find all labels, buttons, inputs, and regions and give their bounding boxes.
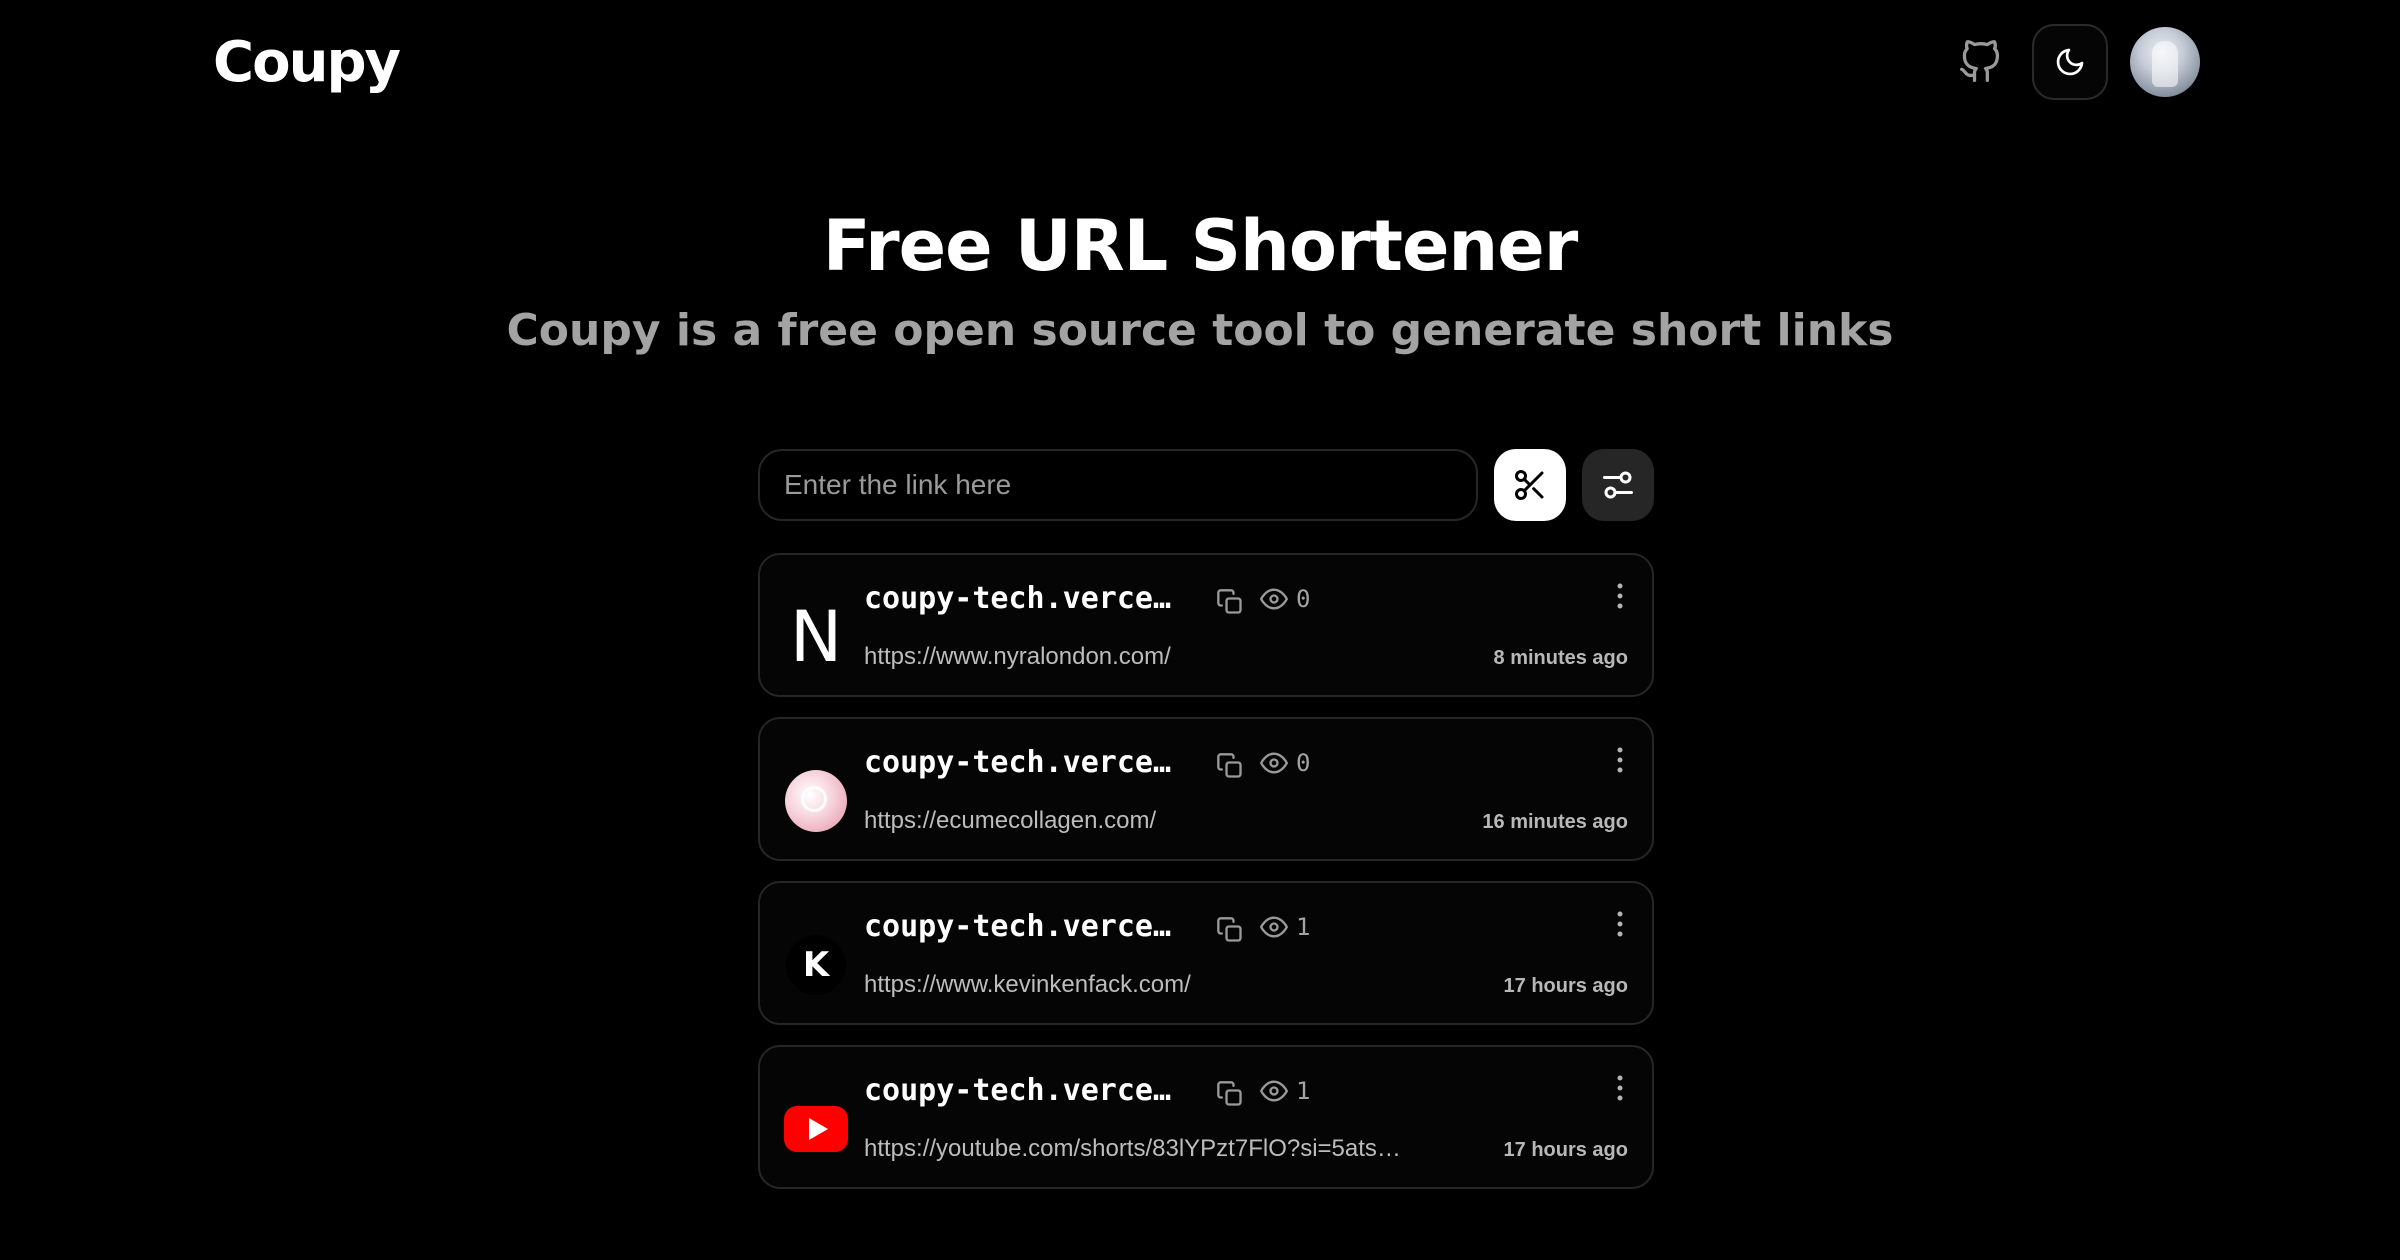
favicon: K <box>784 933 848 997</box>
more-vertical-icon <box>1617 1075 1623 1101</box>
page-title: Free URL Shortener <box>822 205 1579 287</box>
theme-toggle-button[interactable] <box>2032 24 2108 100</box>
short-link[interactable]: coupy-tech.verce… <box>864 745 1171 780</box>
link-card: K coupy-tech.verce… 1 https://www.kevink… <box>758 881 1654 1025</box>
created-time: 16 minutes ago <box>1482 811 1628 833</box>
github-button[interactable] <box>1950 26 2010 98</box>
shorten-button[interactable] <box>1494 449 1566 521</box>
avatar[interactable] <box>2130 27 2200 97</box>
favicon: N <box>784 596 848 678</box>
copy-button[interactable] <box>1214 1077 1246 1111</box>
copy-button[interactable] <box>1214 913 1246 947</box>
created-time: 17 hours ago <box>1503 1139 1628 1161</box>
short-link[interactable]: coupy-tech.verce… <box>864 1073 1171 1108</box>
more-options-button[interactable] <box>1608 1071 1632 1105</box>
link-card: coupy-tech.verce… 1 https://youtube.com/… <box>758 1045 1654 1189</box>
view-count: 1 <box>1260 913 1310 941</box>
eye-icon <box>1260 1080 1288 1102</box>
github-icon <box>1960 40 2000 82</box>
shorten-form <box>758 449 1654 521</box>
youtube-icon <box>784 1106 848 1152</box>
original-url[interactable]: https://www.nyralondon.com/ <box>864 643 1171 671</box>
view-count-value: 1 <box>1296 1077 1311 1105</box>
link-card: coupy-tech.verce… 0 https://ecumecollage… <box>758 717 1654 861</box>
more-options-button[interactable] <box>1608 907 1632 941</box>
created-time: 17 hours ago <box>1503 975 1628 997</box>
copy-button[interactable] <box>1214 585 1246 619</box>
page-subtitle: Coupy is a free open source tool to gene… <box>506 305 1894 356</box>
copy-button[interactable] <box>1214 749 1246 783</box>
kevin-favicon: K <box>786 935 846 995</box>
options-button[interactable] <box>1582 449 1654 521</box>
link-card: N coupy-tech.verce… 0 https://www.nyralo… <box>758 553 1654 697</box>
view-count: 0 <box>1260 749 1310 777</box>
scissors-icon <box>1515 470 1544 500</box>
logo[interactable]: Coupy <box>213 30 401 95</box>
more-options-button[interactable] <box>1608 743 1632 777</box>
sliders-icon <box>1603 471 1633 499</box>
eye-icon <box>1260 588 1288 610</box>
eye-icon <box>1260 752 1288 774</box>
nyra-favicon: N <box>789 596 843 678</box>
more-vertical-icon <box>1617 583 1623 609</box>
more-options-button[interactable] <box>1608 579 1632 613</box>
eye-icon <box>1260 916 1288 938</box>
view-count-value: 0 <box>1296 585 1311 613</box>
copy-icon <box>1217 1081 1242 1106</box>
moon-icon <box>2056 48 2084 76</box>
copy-icon <box>1217 589 1242 614</box>
view-count: 0 <box>1260 585 1310 613</box>
link-input[interactable] <box>758 449 1478 521</box>
ecume-favicon <box>785 770 847 832</box>
header-actions <box>1950 24 2200 100</box>
copy-icon <box>1217 753 1242 778</box>
view-count: 1 <box>1260 1077 1310 1105</box>
more-vertical-icon <box>1617 747 1623 773</box>
short-link[interactable]: coupy-tech.verce… <box>864 581 1171 616</box>
copy-icon <box>1217 917 1242 942</box>
more-vertical-icon <box>1617 911 1623 937</box>
original-url[interactable]: https://youtube.com/shorts/83lYPzt7FlO?s… <box>864 1135 1401 1163</box>
original-url[interactable]: https://www.kevinkenfack.com/ <box>864 971 1191 999</box>
original-url[interactable]: https://ecumecollagen.com/ <box>864 807 1156 835</box>
view-count-value: 0 <box>1296 749 1311 777</box>
page: Coupy Free URL Shortener Coupy is a free… <box>0 0 2400 1260</box>
view-count-value: 1 <box>1296 913 1311 941</box>
favicon <box>784 1097 848 1161</box>
created-time: 8 minutes ago <box>1493 647 1628 669</box>
favicon <box>784 769 848 833</box>
short-link[interactable]: coupy-tech.verce… <box>864 909 1171 944</box>
